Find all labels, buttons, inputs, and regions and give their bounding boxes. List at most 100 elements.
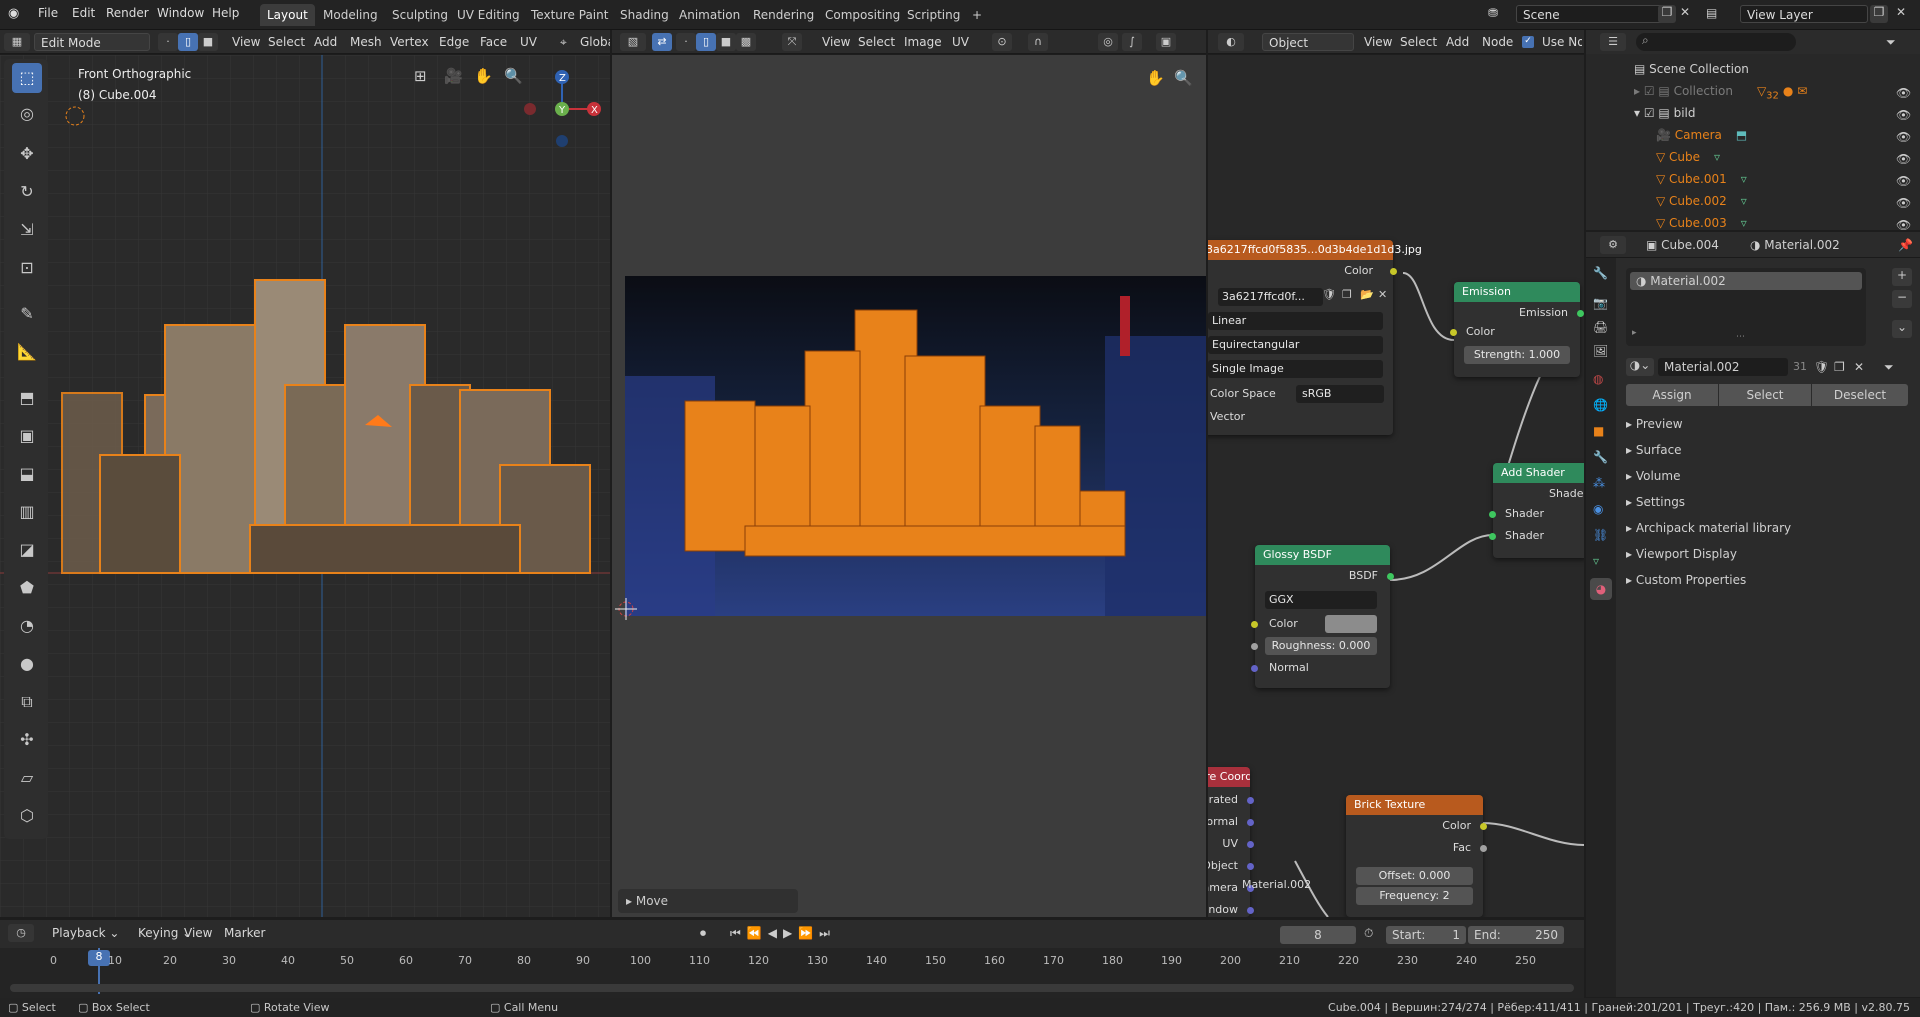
image-color-output-socket[interactable] [1390,268,1397,275]
select-button[interactable]: Select [1719,384,1811,406]
modifier-tab-icon[interactable]: 🔧 [1593,450,1608,464]
select-box-tool-icon[interactable]: ⬚ [12,63,42,93]
pivot-icon[interactable]: ⊙ [992,33,1012,51]
world-tab-icon[interactable]: 🌐 [1593,398,1608,412]
menu-image[interactable]: Image [898,33,948,51]
glossy-roughness-field[interactable]: Roughness: 0.000 [1265,637,1377,655]
menu-select-image[interactable]: Select [852,33,901,51]
menu-edge[interactable]: Edge [433,33,475,51]
add-shader-input1-socket[interactable] [1489,511,1496,518]
menu-add-node[interactable]: Add [1440,33,1475,51]
menu-marker[interactable]: Marker [218,924,271,942]
end-frame-field[interactable]: End: 250 [1468,926,1564,944]
use-nodes-checkbox[interactable]: ✓ [1522,36,1534,48]
menu-file[interactable]: File [38,6,58,20]
unlink-material-icon[interactable]: ✕ [1854,360,1864,374]
spin-tool-icon[interactable]: ◔ [12,611,42,641]
menu-help[interactable]: Help [212,6,239,20]
image-texture-node[interactable]: 3a6217ffcd0f5835...0d3b4de1d1d3.jpg Colo… [1208,240,1422,435]
scene-icon[interactable]: ⛃ [1488,6,1498,20]
menu-node[interactable]: Node [1476,33,1519,51]
timer-icon[interactable]: ⏱ [1364,926,1373,941]
texcoord-normal-socket[interactable] [1247,819,1254,826]
move-tool-icon[interactable]: ✥ [12,139,42,169]
toggle-camera-view-grid-icon[interactable]: ⊞ [414,67,427,85]
interpolation-dropdown[interactable]: Linear [1208,312,1383,330]
image-editor-type-icon[interactable]: ▧ [620,33,646,51]
brick-color-output-socket[interactable] [1480,823,1487,830]
shear-tool-icon[interactable]: ▱ [12,763,42,793]
tab-modeling[interactable]: Modeling [316,4,385,26]
material-name-field[interactable]: Material.002 [1658,358,1788,376]
checkbox-icon[interactable]: ☑ [1644,106,1659,120]
outliner-row-bild[interactable]: ▾ ☑ ▤ bild [1634,104,1920,122]
navigation-gizmo[interactable]: Z Y X [520,63,604,147]
add-shader-node[interactable]: Add Shader Shader Shader Shader [1489,463,1584,558]
data-tab-icon[interactable]: ▿ [1593,554,1599,568]
visibility-eye-icons[interactable]: 👁 👁 👁 👁 👁 👁 👁 [1896,82,1911,236]
menu-playback[interactable]: Playback ⌄ [46,924,125,942]
glossy-color-swatch[interactable] [1325,615,1377,633]
emission-color-socket[interactable] [1450,329,1457,336]
menu-mesh[interactable]: Mesh [344,33,388,51]
material-tab-icon[interactable]: ◕ [1590,578,1612,600]
smooth-tool-icon[interactable]: ● [12,649,42,679]
menu-view-timeline[interactable]: View [178,924,218,942]
material-breadcrumb[interactable]: ◑ Material.002 [1750,238,1840,252]
measure-tool-icon[interactable]: 📐 [12,337,42,367]
orientation-selector[interactable]: Global [574,33,610,51]
uv-edge-icon[interactable]: ▯ [696,33,716,51]
uv-vertex-icon[interactable]: · [676,33,696,51]
glossy-roughness-socket[interactable] [1251,643,1258,650]
node-editor-area[interactable]: 3a6217ffcd0f5835...0d3b4de1d1d3.jpg Colo… [1208,55,1584,917]
outliner-search-input[interactable]: ⌕ [1636,33,1796,51]
properties-type-icon[interactable]: ⚙ [1600,236,1626,254]
camera-view-icon[interactable]: 🎥 [444,67,463,85]
delete-scene-icon[interactable]: ✕ [1680,5,1690,19]
menu-window[interactable]: Window [157,6,204,20]
falloff-icon[interactable]: ∫ [1122,33,1142,51]
shrink-fatten-tool-icon[interactable]: ✣ [12,725,42,755]
color-space-dropdown[interactable]: sRGB [1296,385,1384,403]
emission-strength-field[interactable]: Strength: 1.000 [1464,346,1570,364]
poly-build-tool-icon[interactable]: ⬟ [12,573,42,603]
menu-uv-3d[interactable]: UV [514,33,543,51]
panel-settings[interactable]: ▸ Settings [1626,495,1685,509]
list-resize-handle-icon[interactable]: ⋯ [1736,332,1745,342]
tool-tab-icon[interactable]: 🔧 [1593,266,1608,280]
new-view-layer-icon[interactable]: ❐ [1870,5,1888,23]
playhead-frame-badge[interactable]: 8 [88,950,110,966]
uv-island-icon[interactable]: ▩ [736,33,756,51]
timeline-scrollbar[interactable] [10,984,1574,992]
annotate-tool-icon[interactable]: ✎ [12,299,42,329]
edge-select-icon[interactable]: ▯ [178,33,198,51]
panel-surface[interactable]: ▸ Surface [1626,443,1682,457]
projection-dropdown[interactable]: Equirectangular [1208,336,1383,354]
object-breadcrumb[interactable]: ▣ Cube.004 [1646,238,1719,252]
image-new-icon[interactable]: ❐ [1342,288,1352,301]
editor-type-icon[interactable]: ▦ [4,33,30,51]
vertex-select-icon[interactable]: · [158,33,178,51]
output-tab-icon[interactable]: 🖨 [1593,320,1608,334]
scene-tab-icon[interactable]: ◍ [1593,372,1603,386]
list-expand-icon[interactable]: ▸ [1632,328,1637,338]
image-browse-icon[interactable]: ▣ [1156,33,1176,51]
tab-uv-editing[interactable]: UV Editing [450,4,527,26]
add-slot-button[interactable]: + [1892,268,1912,286]
panel-viewport-display[interactable]: ▸ Viewport Display [1626,547,1737,561]
image-zoom-icon[interactable]: 🔍 [1174,69,1193,87]
outliner-type-icon[interactable]: ☰ [1600,33,1626,51]
sync-selection-icon[interactable]: ⇄ [652,33,672,51]
scene-selector[interactable]: Scene [1516,5,1664,23]
snap-icon[interactable]: ∩ [1028,33,1048,51]
image-editor-area[interactable]: ✋ 🔍 ▸ Move [612,55,1206,917]
add-shader-input2-socket[interactable] [1489,533,1496,540]
playback-controls[interactable]: ⏮⏪◀▶⏩⏭ [730,926,836,941]
deselect-button[interactable]: Deselect [1812,384,1908,406]
outliner-row-cube-001[interactable]: ▽ Cube.001 ▿ [1656,170,1920,188]
uv-image-view[interactable] [625,276,1206,616]
checkbox-icon[interactable]: ☑ [1644,84,1659,98]
emission-output-socket[interactable] [1577,310,1584,317]
particles-tab-icon[interactable]: ⁂ [1593,476,1605,490]
operator-panel[interactable]: ▸ Move [618,889,798,913]
